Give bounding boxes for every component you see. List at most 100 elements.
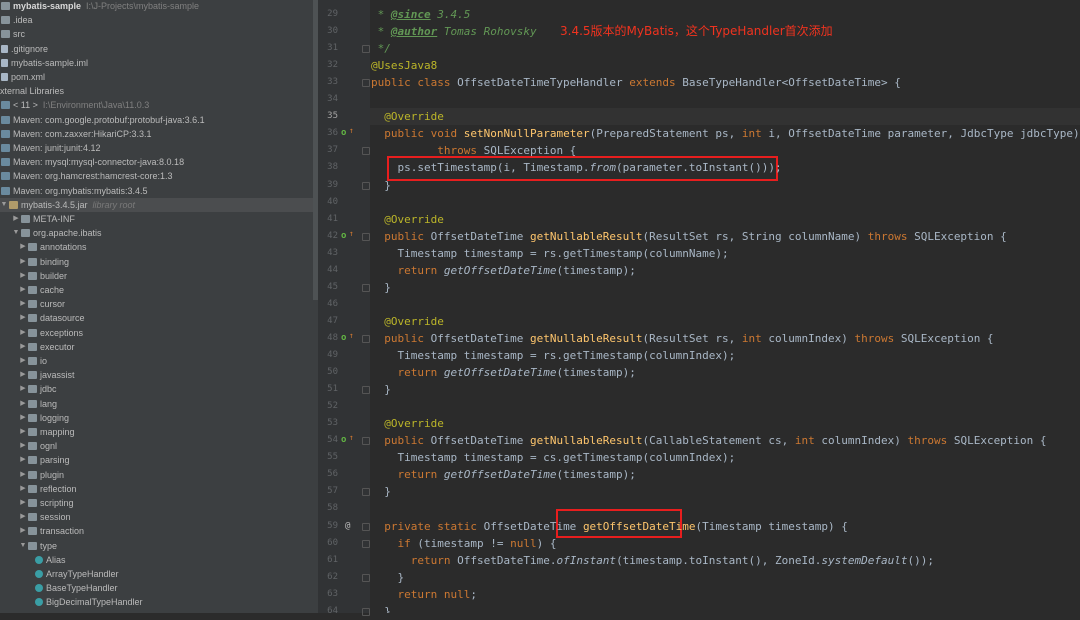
chevron-down-icon[interactable]: ▼: [19, 539, 27, 553]
tree-row[interactable]: ▶ datasource: [0, 311, 318, 325]
fold-icon[interactable]: [362, 181, 370, 190]
tree-row[interactable]: ▶ reflection: [0, 482, 318, 496]
usages-marker-icon[interactable]: @: [345, 518, 350, 535]
fold-icon[interactable]: [362, 539, 370, 548]
tree-row[interactable]: BaseTypeHandler: [0, 581, 318, 595]
chevron-down-icon[interactable]: ▼: [12, 226, 20, 240]
line-number: 39: [327, 179, 338, 190]
tree-row[interactable]: ▶ ognl: [0, 439, 318, 453]
tree-row[interactable]: pom.xml: [0, 70, 318, 84]
fold-icon[interactable]: [362, 573, 370, 582]
tree-row[interactable]: ▶ META-INF: [0, 212, 318, 226]
code-editor[interactable]: 3.4.5版本的MyBatis，这个TypeHandler首次添加 * @sin…: [370, 0, 1080, 613]
chevron-right-icon[interactable]: ▶: [19, 326, 27, 340]
tree-row[interactable]: ▶ jdbc: [0, 382, 318, 396]
chevron-right-icon[interactable]: ▶: [19, 340, 27, 354]
tree-row[interactable]: .gitignore: [0, 42, 318, 56]
fold-icon[interactable]: [362, 283, 370, 292]
tree-row[interactable]: xternal Libraries: [0, 84, 318, 98]
code-token: OffsetDateTime: [430, 331, 530, 345]
line-number: 56: [327, 469, 338, 480]
chevron-down-icon[interactable]: ▼: [0, 198, 8, 212]
chevron-right-icon[interactable]: ▶: [19, 368, 27, 382]
code-line: Timestamp timestamp = rs.getTimestamp(co…: [371, 245, 728, 262]
tree-row[interactable]: ▶ logging: [0, 411, 318, 425]
tree-row[interactable]: ▶ lang: [0, 397, 318, 411]
tree-row[interactable]: ▶ builder: [0, 269, 318, 283]
tree-row-label: scripting: [40, 498, 74, 508]
tree-row[interactable]: ▶ mapping: [0, 425, 318, 439]
tree-row[interactable]: ▶ binding: [0, 255, 318, 269]
tree-row[interactable]: ▶ annotations: [0, 240, 318, 254]
tree-row[interactable]: .idea: [0, 13, 318, 27]
fold-icon[interactable]: [362, 79, 370, 88]
fold-icon[interactable]: [362, 232, 370, 241]
tree-row[interactable]: mybatis-sample I:\J-Projects\mybatis-samp…: [0, 0, 318, 13]
chevron-right-icon[interactable]: ▶: [19, 240, 27, 254]
chevron-right-icon[interactable]: ▶: [19, 482, 27, 496]
fold-icon[interactable]: [362, 522, 370, 531]
tree-row[interactable]: Maven: org.hamcrest:hamcrest-core:1.3: [0, 169, 318, 183]
tree-row[interactable]: ▼ org.apache.ibatis: [0, 226, 318, 240]
chevron-right-icon[interactable]: ▶: [19, 468, 27, 482]
fold-icon[interactable]: [362, 488, 370, 497]
tree-row[interactable]: ▶ javassist: [0, 368, 318, 382]
tree-row[interactable]: ▼ mybatis-3.4.5.jar library root: [0, 197, 318, 212]
chevron-right-icon[interactable]: ▶: [19, 510, 27, 524]
tree-row[interactable]: ▶ cursor: [0, 297, 318, 311]
chevron-right-icon[interactable]: ▶: [19, 439, 27, 453]
override-marker-icon[interactable]: o: [341, 432, 346, 449]
tree-row[interactable]: src: [0, 27, 318, 41]
tree-row[interactable]: ▶ scripting: [0, 496, 318, 510]
code-token: getNullableResult: [529, 331, 643, 345]
chevron-right-icon[interactable]: ▶: [19, 411, 27, 425]
code-token: (CallableStatement cs,: [642, 434, 795, 448]
chevron-right-icon[interactable]: ▶: [19, 297, 27, 311]
tree-row[interactable]: < 11 > I:\Environment\Java\11.0.3: [0, 98, 318, 112]
tree-row[interactable]: ▶ exceptions: [0, 326, 318, 340]
fold-icon[interactable]: [362, 334, 370, 343]
tree-row[interactable]: Maven: com.google.protobuf:protobuf-java…: [0, 113, 318, 127]
tree-row[interactable]: ▶ executor: [0, 340, 318, 354]
chevron-right-icon[interactable]: ▶: [19, 255, 27, 269]
fold-icon[interactable]: [362, 386, 370, 395]
chevron-right-icon[interactable]: ▶: [12, 212, 20, 226]
tree-row[interactable]: Maven: com.zaxxer:HikariCP:3.3.1: [0, 127, 318, 141]
chevron-right-icon[interactable]: ▶: [19, 425, 27, 439]
code-token: (PreparedStatement ps,: [589, 127, 742, 141]
tree-row[interactable]: BigDecimalTypeHandler: [0, 595, 318, 609]
fold-icon[interactable]: [362, 607, 370, 616]
tree-row[interactable]: Maven: mysql:mysql-connector-java:8.0.18: [0, 155, 318, 169]
tree-row[interactable]: Maven: junit:junit:4.12: [0, 141, 318, 155]
tree-row[interactable]: ▼ type: [0, 539, 318, 553]
tree-row[interactable]: Alias: [0, 553, 318, 567]
line-number: 38: [327, 162, 338, 173]
file-icon: [1, 58, 8, 67]
tree-row[interactable]: ▶ plugin: [0, 468, 318, 482]
chevron-right-icon[interactable]: ▶: [19, 283, 27, 297]
override-marker-icon[interactable]: o: [341, 330, 346, 347]
tree-row[interactable]: mybatis-sample.iml: [0, 56, 318, 70]
chevron-right-icon[interactable]: ▶: [19, 311, 27, 325]
fold-icon[interactable]: [362, 147, 370, 156]
tree-row[interactable]: Maven: org.mybatis:mybatis:3.4.5: [0, 184, 318, 198]
tree-row[interactable]: ▶ parsing: [0, 453, 318, 467]
tree-row[interactable]: ▶ session: [0, 510, 318, 524]
override-marker-icon[interactable]: o: [341, 125, 346, 142]
code-token: getNullableResult: [529, 434, 643, 448]
chevron-right-icon[interactable]: ▶: [19, 496, 27, 510]
tree-row[interactable]: ▶ io: [0, 354, 318, 368]
chevron-right-icon[interactable]: ▶: [19, 524, 27, 538]
chevron-right-icon[interactable]: ▶: [19, 269, 27, 283]
tree-row[interactable]: ArrayTypeHandler: [0, 567, 318, 581]
chevron-right-icon[interactable]: ▶: [19, 453, 27, 467]
fold-icon[interactable]: [362, 45, 370, 54]
fold-icon[interactable]: [362, 437, 370, 446]
tree-row[interactable]: ▶ transaction: [0, 524, 318, 538]
chevron-right-icon[interactable]: ▶: [19, 397, 27, 411]
chevron-right-icon[interactable]: ▶: [19, 354, 27, 368]
chevron-right-icon[interactable]: ▶: [19, 382, 27, 396]
tree-row[interactable]: ▶ cache: [0, 283, 318, 297]
override-marker-icon[interactable]: o: [341, 228, 346, 245]
